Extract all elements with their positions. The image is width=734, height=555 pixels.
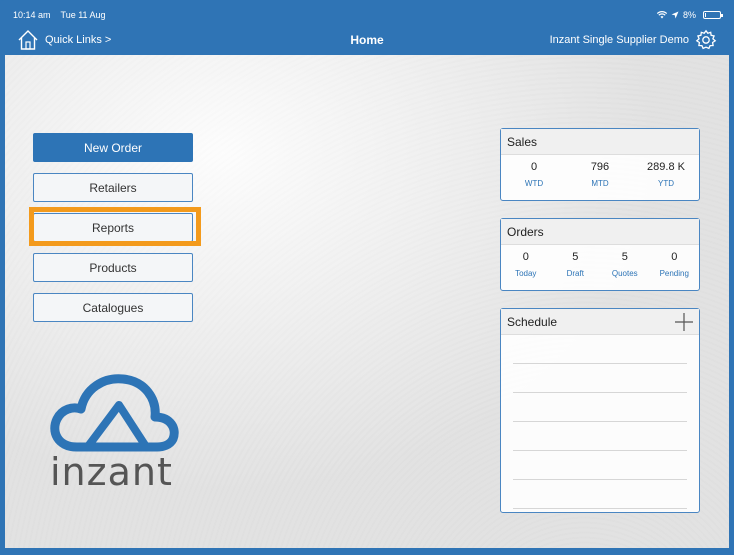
quick-links-button[interactable]: Quick Links > xyxy=(5,29,111,51)
plus-icon[interactable] xyxy=(675,313,693,331)
sales-panel[interactable]: Sales 0 WTD 796 MTD 289.8 K YTD xyxy=(500,128,700,201)
products-label: Products xyxy=(89,260,137,275)
orders-quotes[interactable]: 5 Quotes xyxy=(600,251,650,278)
nav-bar: Quick Links > Home Inzant Single Supplie… xyxy=(5,25,729,55)
new-order-label: New Order xyxy=(83,140,142,155)
new-order-button[interactable]: New Order xyxy=(33,133,193,162)
orders-draft-value: 5 xyxy=(572,251,579,263)
schedule-title: Schedule xyxy=(501,309,699,335)
location-arrow-icon xyxy=(671,11,679,19)
orders-quotes-value: 5 xyxy=(621,251,628,263)
orders-pending-value: 0 xyxy=(671,251,678,263)
battery-percent: 8% xyxy=(682,10,696,20)
sales-ytd-value: 289.8 K xyxy=(647,161,685,173)
orders-draft-label: Draft xyxy=(566,269,584,278)
sales-mtd-value: 796 xyxy=(590,161,610,173)
retailers-label: Retailers xyxy=(89,180,137,195)
schedule-row[interactable] xyxy=(513,393,687,422)
battery-level-fill xyxy=(705,13,706,17)
orders-today-label: Today xyxy=(515,269,537,278)
catalogues-button[interactable]: Catalogues xyxy=(33,293,193,322)
sales-wtd-label: WTD xyxy=(524,179,544,188)
schedule-panel: Schedule xyxy=(500,308,700,513)
sales-wtd[interactable]: 0 WTD xyxy=(509,161,559,188)
schedule-row[interactable] xyxy=(513,451,687,480)
wifi-icon xyxy=(656,11,667,19)
gear-icon[interactable] xyxy=(695,29,717,51)
account-name: Inzant Single Supplier Demo xyxy=(549,34,689,46)
sales-ytd[interactable]: 289.8 K YTD xyxy=(641,161,691,188)
schedule-row[interactable] xyxy=(513,364,687,393)
products-button[interactable]: Products xyxy=(33,253,193,282)
sales-ytd-label: YTD xyxy=(658,179,674,188)
catalogues-label: Catalogues xyxy=(82,300,144,315)
schedule-row[interactable] xyxy=(513,422,687,451)
status-time: 10:14 am xyxy=(13,10,51,20)
reports-button[interactable]: Reports xyxy=(33,213,193,242)
sales-mtd-label: MTD xyxy=(591,179,609,188)
battery-icon xyxy=(703,11,723,19)
retailers-button[interactable]: Retailers xyxy=(33,173,193,202)
status-date: Tue 11 Aug xyxy=(60,10,106,20)
cloud-logo-icon xyxy=(50,374,179,452)
schedule-row[interactable] xyxy=(513,480,687,509)
schedule-list xyxy=(513,335,687,509)
orders-title: Orders xyxy=(501,219,699,245)
quick-links-label: Quick Links > xyxy=(45,34,112,46)
sales-title: Sales xyxy=(501,129,699,155)
status-bar: 10:14 am Tue 11 Aug 8% xyxy=(5,5,729,25)
orders-today[interactable]: 0 Today xyxy=(501,251,551,278)
orders-draft[interactable]: 5 Draft xyxy=(551,251,601,278)
sales-mtd[interactable]: 796 MTD xyxy=(575,161,625,188)
orders-quotes-label: Quotes xyxy=(611,269,638,278)
schedule-row[interactable] xyxy=(513,335,687,364)
brand-wordmark: inzant xyxy=(50,450,173,494)
sales-wtd-value: 0 xyxy=(530,161,538,173)
orders-today-value: 0 xyxy=(522,251,529,263)
orders-pending[interactable]: 0 Pending xyxy=(650,251,700,278)
reports-label: Reports xyxy=(91,220,135,235)
main-content: New Order Retailers Reports Products Cat… xyxy=(5,55,729,548)
orders-panel[interactable]: Orders 0 Today 5 Draft 5 Quotes 0 Pending xyxy=(500,218,700,291)
orders-pending-label: Pending xyxy=(659,269,689,278)
home-icon xyxy=(18,30,38,50)
